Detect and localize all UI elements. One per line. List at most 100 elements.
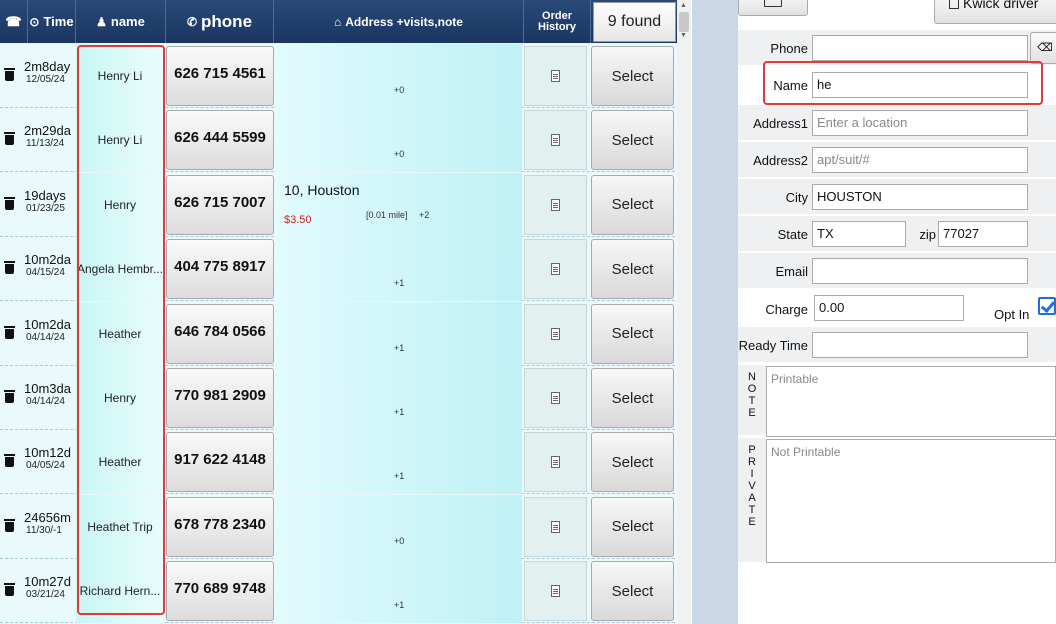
table-row[interactable]: 10m27d 03/21/24 Richard Hern... 770 689 974… xyxy=(0,559,680,624)
order-history-button[interactable] xyxy=(524,303,587,364)
name-cell[interactable]: Henry Li xyxy=(76,108,164,173)
name-cell[interactable]: Henry Li xyxy=(76,44,164,108)
phone-button[interactable]: 626 444 5599 xyxy=(166,110,274,171)
phone-button[interactable]: 770 689 9748 xyxy=(166,561,274,622)
order-history-button[interactable] xyxy=(524,561,587,622)
select-button[interactable]: Select xyxy=(591,368,674,428)
address2-field[interactable]: apt/suit/# xyxy=(812,147,1028,173)
trash-icon[interactable] xyxy=(4,325,15,340)
address1-field[interactable]: Enter a location xyxy=(812,110,1028,136)
email-field[interactable] xyxy=(812,258,1028,284)
keyboard-button[interactable] xyxy=(738,0,808,16)
date-text: 04/15/24 xyxy=(26,267,65,279)
name-cell[interactable]: Henry xyxy=(76,366,164,430)
table-row[interactable]: 10m3da 04/14/24 Henry 770 981 2909 +1 Select xyxy=(0,366,680,430)
table-row[interactable]: 24656m 11/30/-1 Heathet Trip 678 778 2340 +0… xyxy=(0,494,680,559)
found-count-button[interactable]: 9 found xyxy=(593,2,676,42)
header-name[interactable]: ♟ name xyxy=(76,0,166,43)
select-button[interactable]: Select xyxy=(591,496,674,557)
order-history-button[interactable] xyxy=(524,46,587,106)
name-cell[interactable]: Heather xyxy=(76,430,164,495)
order-history-button[interactable] xyxy=(524,368,587,428)
phone-button[interactable]: 678 778 2340 xyxy=(166,496,274,557)
address-cell[interactable]: +1 xyxy=(276,430,522,495)
state-field[interactable]: TX xyxy=(812,221,906,247)
table-row[interactable]: 2m8day 12/05/24 Henry Li 626 715 4561 +0 Sele… xyxy=(0,44,680,108)
name-field[interactable]: he xyxy=(812,72,1028,98)
charge-row: Charge 0.00 Opt In xyxy=(738,290,1056,326)
name-cell[interactable]: Heathet Trip xyxy=(76,494,164,559)
opt-in-checkbox[interactable] xyxy=(1038,297,1056,315)
select-button[interactable]: Select xyxy=(591,303,674,364)
order-history-button[interactable] xyxy=(524,239,587,300)
phone-button[interactable]: 770 981 2909 xyxy=(166,368,274,428)
address-cell[interactable]: 10, Houston $3.50 [0.01 mile] +2 xyxy=(276,172,522,237)
address-cell[interactable]: +0 xyxy=(276,108,522,173)
scroll-up-icon[interactable]: ▲ xyxy=(680,2,687,9)
table-row[interactable]: 19days 01/23/25 Henry 626 715 7007 10, Houst… xyxy=(0,172,680,237)
visits-count: +0 xyxy=(394,149,405,160)
trash-icon[interactable] xyxy=(4,454,15,468)
table-row[interactable]: 10m2da 04/14/24 Heather 646 784 0566 +1 Selec… xyxy=(0,301,680,366)
select-button[interactable]: Select xyxy=(591,239,674,300)
address-cell[interactable]: +0 xyxy=(276,44,522,108)
trash-icon[interactable] xyxy=(4,518,15,533)
trash-icon[interactable] xyxy=(4,132,15,146)
date-text: 04/05/24 xyxy=(26,460,65,472)
header-time[interactable]: ⊙ Time xyxy=(28,0,76,43)
header-address[interactable]: ⌂ Address +visits,note xyxy=(274,0,524,43)
phone-button[interactable]: 626 715 7007 xyxy=(166,174,274,235)
ready-time-field[interactable] xyxy=(812,332,1028,358)
table-row[interactable]: 10m2da 04/15/24 Angela Hembr... 404 775 891… xyxy=(0,237,680,302)
kwick-driver-checkbox[interactable]: Kwick driver xyxy=(934,0,1056,24)
order-history-button[interactable] xyxy=(524,432,587,493)
header-order-history[interactable]: Order History xyxy=(524,0,591,43)
address-cell[interactable]: +0 xyxy=(276,494,522,559)
trash-icon[interactable] xyxy=(4,390,15,404)
table-row[interactable]: 10m12d 04/05/24 Heather 917 622 4148 +1 Selec… xyxy=(0,430,680,495)
trash-icon[interactable] xyxy=(4,68,15,82)
city-field[interactable]: HOUSTON xyxy=(812,184,1028,210)
scrollbar-thumb[interactable] xyxy=(679,12,689,32)
phone-field[interactable] xyxy=(812,35,1028,61)
phone-button[interactable]: 917 622 4148 xyxy=(166,432,274,493)
table-row[interactable]: 2m29da 11/13/24 Henry Li 626 444 5599 +0 Sele… xyxy=(0,108,680,173)
note-textarea[interactable]: Printable xyxy=(766,366,1056,437)
eraser-icon: ⌫ xyxy=(1037,42,1053,54)
name-cell[interactable]: Richard Hern... xyxy=(76,559,164,624)
trash-icon[interactable] xyxy=(4,261,15,275)
address-cell[interactable]: +1 xyxy=(276,559,522,624)
name-cell[interactable]: Heather xyxy=(76,301,164,366)
order-history-button[interactable] xyxy=(524,174,587,235)
charge-field[interactable]: 0.00 xyxy=(814,295,964,321)
select-button[interactable]: Select xyxy=(591,174,674,235)
duration-text: 10m3da xyxy=(24,381,71,396)
scroll-down-icon[interactable]: ▼ xyxy=(680,32,687,39)
header-phone[interactable]: ✆ phone xyxy=(166,0,274,43)
name-cell[interactable]: Angela Hembr... xyxy=(76,237,164,302)
select-button[interactable]: Select xyxy=(591,561,674,622)
trash-icon[interactable] xyxy=(4,583,15,597)
phone-button[interactable]: 646 784 0566 xyxy=(166,303,274,364)
order-history-button[interactable] xyxy=(524,110,587,171)
address-cell[interactable]: +1 xyxy=(276,301,522,366)
clear-button[interactable]: ⌫ xyxy=(1030,32,1056,64)
table-scrollbar[interactable]: ▲ ▼ xyxy=(677,0,691,624)
select-button[interactable]: Select xyxy=(591,110,674,171)
home-icon: ⌂ xyxy=(334,14,342,29)
order-history-button[interactable] xyxy=(524,496,587,557)
phone-button[interactable]: 404 775 8917 xyxy=(166,239,274,300)
name-cell[interactable]: Henry xyxy=(76,172,164,237)
address-cell[interactable]: +1 xyxy=(276,366,522,430)
zip-field[interactable]: 77027 xyxy=(938,221,1028,247)
address-cell[interactable]: +1 xyxy=(276,237,522,302)
phone-button[interactable]: 626 715 4561 xyxy=(166,46,274,106)
time-cell: 10m12d 04/05/24 xyxy=(0,430,76,494)
private-note-textarea[interactable]: Not Printable xyxy=(766,439,1056,563)
document-icon xyxy=(551,327,560,340)
state-zip-row: State TX zip 77027 xyxy=(738,216,1056,252)
select-button[interactable]: Select xyxy=(591,432,674,493)
select-button[interactable]: Select xyxy=(591,46,674,106)
user-icon: ♟ xyxy=(96,14,107,29)
trash-icon[interactable] xyxy=(4,196,15,211)
